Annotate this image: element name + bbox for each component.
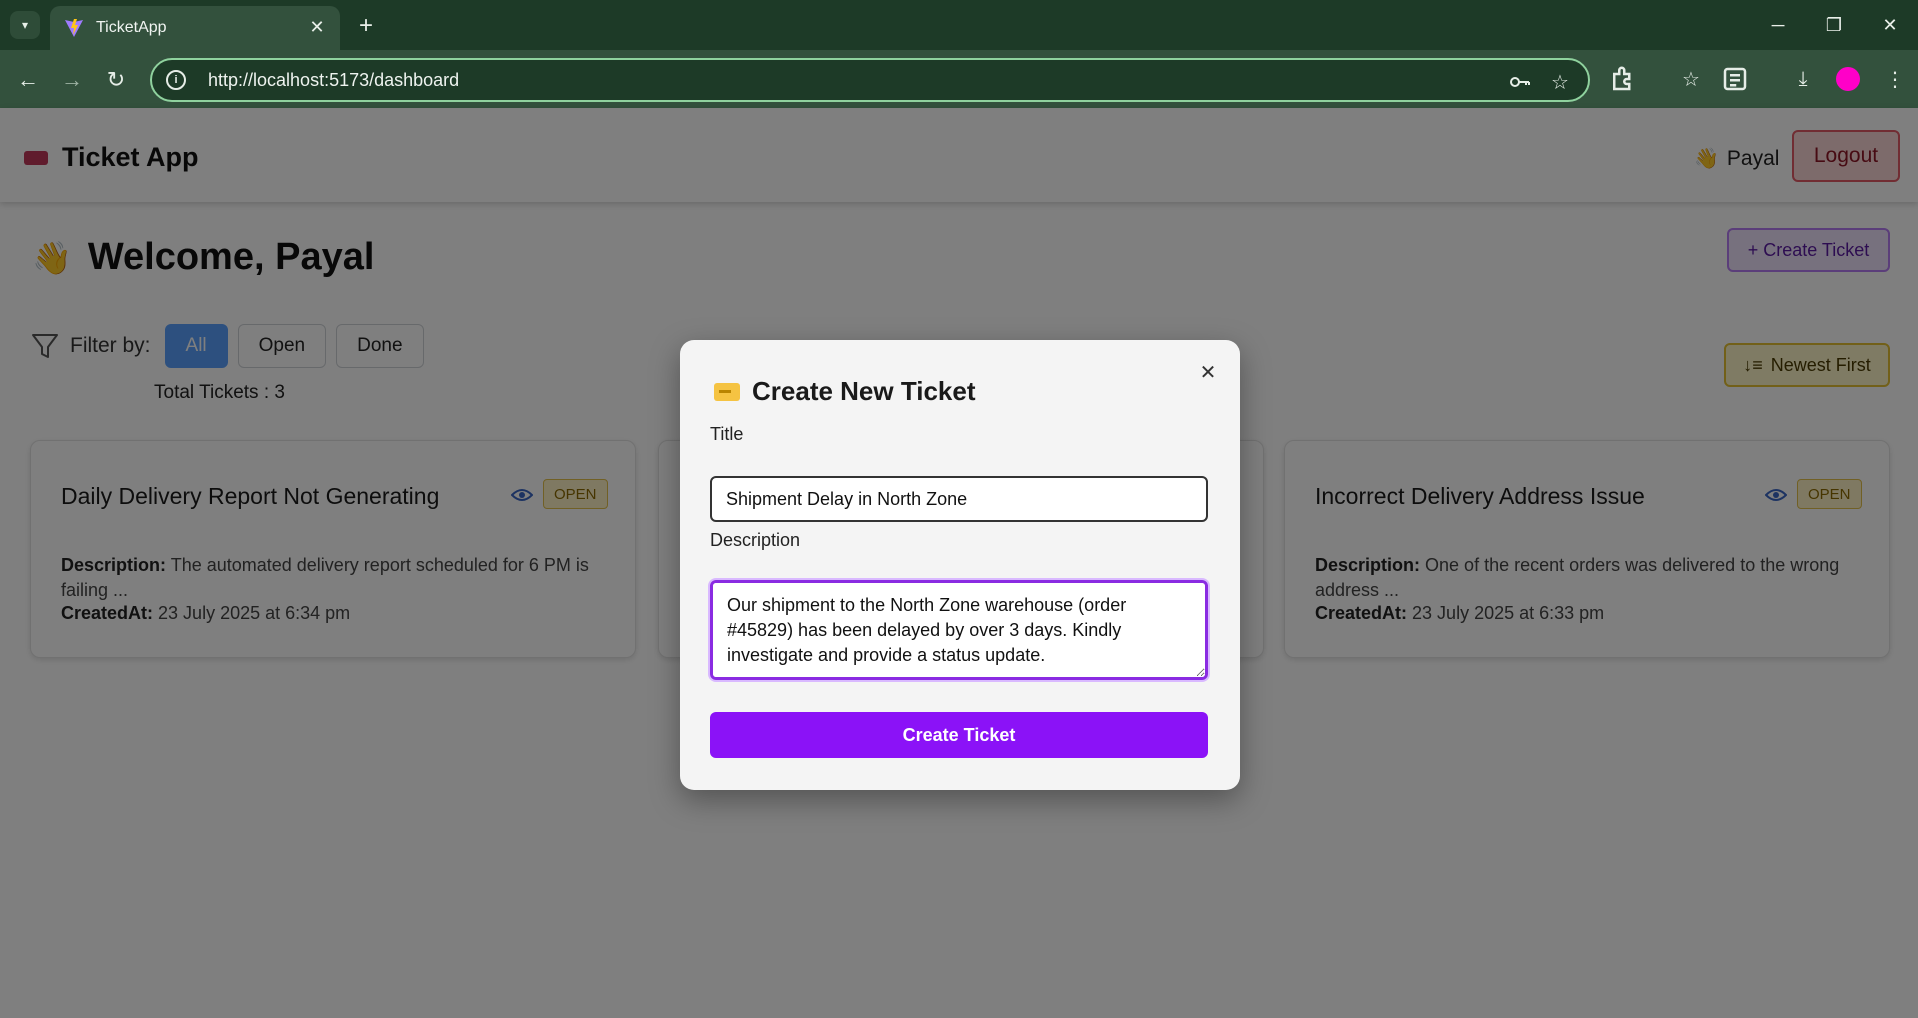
description-textarea[interactable]: Our shipment to the North Zone warehouse… [710,580,1208,680]
browser-tab[interactable]: TicketApp ✕ [50,6,340,50]
browser-tabbar: ▾ TicketApp ✕ + ─ ❐ ✕ [0,0,1918,50]
create-ticket-submit-button[interactable]: Create Ticket [710,712,1208,758]
bookmarks-icon[interactable]: ☆ [1676,64,1706,94]
reload-icon[interactable]: ↻ [100,64,132,96]
restore-icon[interactable]: ❐ [1814,10,1854,40]
bookmark-star-icon[interactable]: ☆ [1548,70,1572,94]
minimize-icon[interactable]: ─ [1758,10,1798,40]
forward-icon[interactable]: → [56,64,88,96]
close-icon[interactable]: ✕ [1196,360,1220,384]
tab-search-button[interactable]: ▾ [10,11,40,39]
title-input[interactable] [710,476,1208,522]
browser-toolbar: ← → ↻ i http://localhost:5173/dashboard … [0,50,1918,108]
modal-title-text: Create New Ticket [752,376,976,406]
modal-title: Create New Ticket [714,376,976,407]
tab-title: TicketApp [96,19,167,36]
download-icon[interactable]: ⤓ [1788,64,1818,94]
close-window-icon[interactable]: ✕ [1870,10,1910,40]
url-text[interactable]: http://localhost:5173/dashboard [208,70,459,91]
password-key-icon[interactable] [1508,70,1532,94]
address-bar[interactable]: i http://localhost:5173/dashboard ☆ [150,58,1590,102]
profile-avatar[interactable] [1836,67,1860,91]
site-info-icon[interactable]: i [166,70,186,90]
title-field-label: Title [710,424,744,444]
menu-kebab-icon[interactable]: ⋮ [1880,64,1910,94]
reading-list-icon[interactable] [1720,64,1750,94]
new-tab-icon[interactable]: + [352,12,380,40]
ticket-icon [714,382,740,401]
description-field-label: Description [710,530,801,550]
back-icon[interactable]: ← [12,64,44,96]
create-ticket-modal: ✕ Create New Ticket Title Description Ou… [680,340,1240,790]
extensions-icon[interactable] [1608,64,1638,94]
vite-favicon-icon [65,19,83,37]
tab-close-icon[interactable]: ✕ [306,16,328,38]
